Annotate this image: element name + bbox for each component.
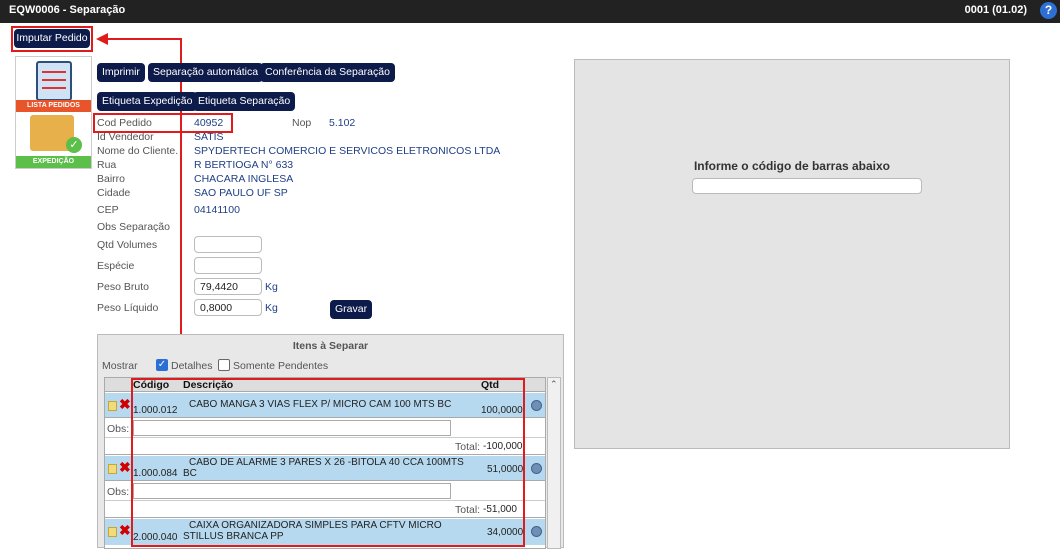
bairro-label: Bairro [97,173,126,185]
highlight-items [131,378,525,547]
peso-bruto-input[interactable] [194,278,262,295]
peso-liquido-label: Peso Líquido [97,302,159,314]
pendentes-label: Somente Pendentes [233,360,329,372]
chevron-up-icon[interactable]: ⌃ [550,379,558,390]
check-icon: ✓ [66,137,82,153]
items-title: Itens à Separar [292,340,369,352]
cidade-value: SAO PAULO UF SP [194,187,288,199]
refresh-icon[interactable] [531,463,542,474]
rua-value: R BERTIOGA N° 633 [194,159,294,171]
edit-icon[interactable] [108,464,117,474]
kg-unit-label: Kg [265,281,278,293]
especie-input[interactable] [194,257,262,274]
annotation-line [108,38,182,40]
grid-scrollbar[interactable]: ⌃ [547,377,561,549]
detalhes-checkbox[interactable]: ✓ [156,359,168,371]
refresh-icon[interactable] [531,400,542,411]
imprimir-button[interactable]: Imprimir [97,63,145,82]
cliente-value: SPYDERTECH COMERCIO E SERVICOS ELETRONIC… [194,145,501,157]
cliente-label: Nome do Cliente. [97,145,179,157]
etiqueta-separacao-button[interactable]: Etiqueta Separação [193,92,296,111]
peso-liquido-input[interactable] [194,299,262,316]
bairro-value: CHACARA INGLESA [194,173,294,185]
pendentes-checkbox[interactable] [218,359,230,371]
refresh-icon[interactable] [531,526,542,537]
volumes-input[interactable] [194,236,262,253]
cep-label: CEP [97,204,119,216]
mostrar-label: Mostrar [102,360,138,372]
obs-label: Obs: [107,423,130,435]
barcode-input[interactable] [692,178,922,194]
peso-bruto-label: Peso Bruto [97,281,149,293]
cep-value: 04141100 [194,204,240,216]
logo-bottom-label: EXPEDIÇÃO [16,156,91,168]
cidade-label: Cidade [97,187,131,199]
separacao-automatica-button[interactable]: Separação automática [148,63,264,82]
imputar-pedido-button[interactable]: Imputar Pedido [14,29,90,48]
etiqueta-expedicao-button[interactable]: Etiqueta Expedição [97,92,198,111]
nop-value: 5.102 [329,117,356,129]
especie-label: Espécie [97,260,135,272]
page-title: EQW0006 - Separação [9,4,126,16]
clipboard-icon [36,61,72,101]
obs-label: Obs: [107,486,130,498]
version-label: 0001 (01.02) [964,4,1027,16]
vendedor-value: SATIS [194,131,224,143]
volumes-label: Qtd Volumes [97,239,158,251]
arrow-head-icon [96,33,108,45]
detalhes-label: Detalhes [171,360,213,372]
barcode-label: Informe o código de barras abaixo [693,159,891,173]
edit-icon[interactable] [108,527,117,537]
rua-label: Rua [97,159,117,171]
gravar-button[interactable]: Gravar [330,300,373,319]
delete-icon[interactable]: ✖ [119,523,131,537]
barcode-panel: Informe o código de barras abaixo [574,59,1010,449]
cod-pedido-label: Cod Pedido [97,117,152,129]
kg-unit-label: Kg [265,302,278,314]
delete-icon[interactable]: ✖ [119,397,131,411]
help-icon[interactable]: ? [1040,2,1057,19]
vendedor-label: Id Vendedor [97,131,154,143]
conferencia-button[interactable]: Conferência da Separação [260,63,395,82]
logo-top-label: LISTA PEDIDOS [16,100,91,112]
cod-pedido-value: 40952 [194,117,224,129]
obs-separacao-label: Obs Separação [97,221,170,233]
edit-icon[interactable] [108,401,117,411]
annotation-line [180,38,182,380]
expedition-logo: LISTA PEDIDOS ✓ EXPEDIÇÃO [15,56,92,169]
delete-icon[interactable]: ✖ [119,460,131,474]
title-bar: EQW0006 - Separação 0001 (01.02) ? [0,0,1060,23]
nop-label: Nop [292,117,312,129]
